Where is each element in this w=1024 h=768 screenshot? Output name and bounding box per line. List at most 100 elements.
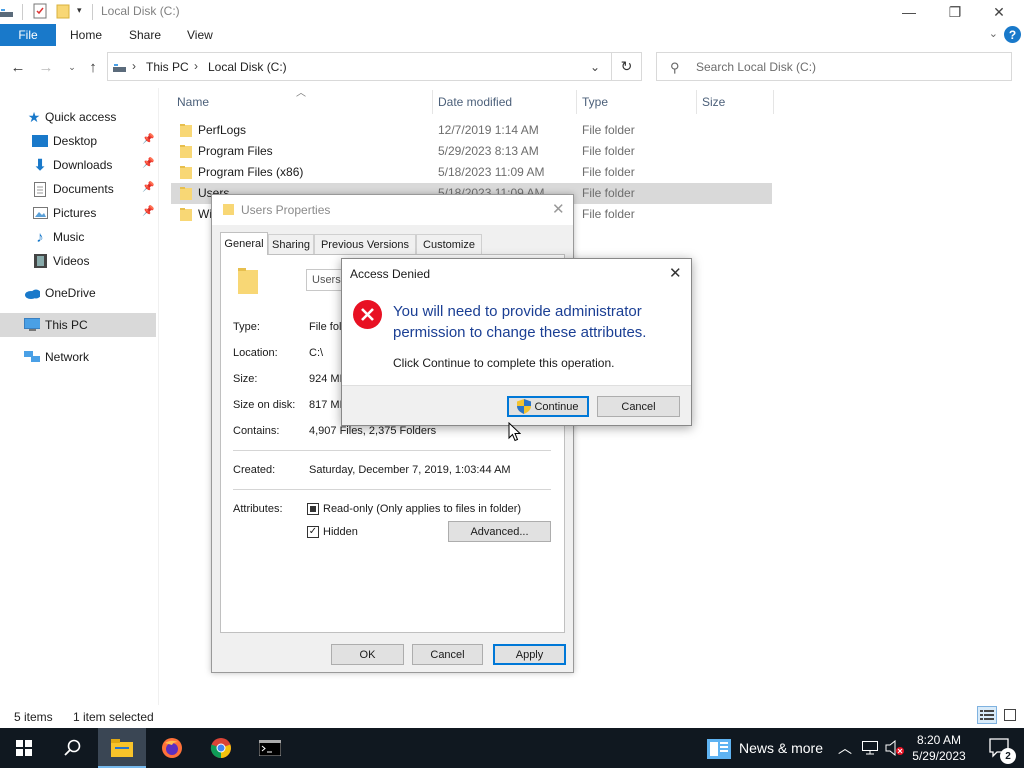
properties-quick-icon[interactable] xyxy=(33,3,47,21)
properties-close-icon[interactable]: ✕ xyxy=(552,200,565,218)
expand-ribbon-icon[interactable]: ⌄ xyxy=(989,27,998,40)
system-clock[interactable]: 8:20 AM 5/29/2023 xyxy=(905,732,973,764)
maximize-button[interactable]: ❐ xyxy=(932,0,978,24)
nav-item-onedrive[interactable]: OneDrive xyxy=(0,281,156,305)
pin-icon[interactable]: 📌 xyxy=(142,182,154,193)
status-item-count: 5 items xyxy=(14,710,53,724)
new-folder-quick-icon[interactable] xyxy=(56,3,70,21)
tab-home[interactable]: Home xyxy=(70,28,102,42)
access-denied-close-icon[interactable]: ✕ xyxy=(669,264,682,282)
nav-item-music[interactable]: ♪ Music xyxy=(0,225,156,249)
drive-icon[interactable] xyxy=(0,5,14,23)
ribbon-tabs: File Home Share View ⌄ ? xyxy=(0,24,1024,46)
videos-icon xyxy=(32,253,48,269)
tab-previous-versions[interactable]: Previous Versions xyxy=(314,234,416,254)
file-row[interactable]: Program Files (x86) 5/18/2023 11:09 AM F… xyxy=(171,162,772,183)
back-arrow-icon[interactable]: ← xyxy=(8,58,28,76)
mouse-cursor-icon xyxy=(508,422,521,442)
pin-icon[interactable]: 📌 xyxy=(142,134,154,145)
advanced-button[interactable]: Advanced... xyxy=(448,521,551,542)
folder-icon xyxy=(180,208,192,221)
column-header-size[interactable]: Size xyxy=(702,95,725,109)
minimize-button[interactable]: — xyxy=(886,0,932,24)
continue-button[interactable]: Continue xyxy=(507,396,589,417)
hidden-checkbox-box[interactable]: ✓ xyxy=(307,526,319,538)
file-row[interactable]: Program Files 5/29/2023 8:13 AM File fol… xyxy=(171,141,772,162)
folder-icon xyxy=(223,204,234,215)
tab-file[interactable]: File xyxy=(0,24,56,46)
forward-arrow-icon[interactable]: → xyxy=(36,58,56,76)
address-bar[interactable]: › This PC › Local Disk (C:) ⌄ xyxy=(107,52,612,81)
tab-view[interactable]: View xyxy=(187,28,213,42)
large-icons-view-icon[interactable] xyxy=(1000,706,1020,724)
taskbar-search-button[interactable] xyxy=(48,728,96,768)
show-hidden-icons-chevron-icon[interactable]: ︿ xyxy=(836,728,854,768)
news-widget[interactable]: News & more xyxy=(702,728,828,768)
nav-item-quick-access[interactable]: ★ Quick access xyxy=(0,105,156,129)
hidden-checkbox[interactable]: ✓ Hidden xyxy=(307,526,358,538)
ok-button[interactable]: OK xyxy=(331,644,404,665)
nav-item-network[interactable]: Network xyxy=(0,345,156,369)
properties-title-bar[interactable]: Users Properties ✕ xyxy=(212,195,573,225)
refresh-icon[interactable]: ↻ xyxy=(612,52,642,81)
pin-icon[interactable]: 📌 xyxy=(142,158,154,169)
breadcrumb-local-disk[interactable]: Local Disk (C:) xyxy=(208,60,287,74)
access-denied-footer: Continue Cancel xyxy=(342,385,691,425)
details-view-icon[interactable] xyxy=(977,706,997,724)
status-selected-count: 1 item selected xyxy=(73,710,154,724)
tab-general[interactable]: General xyxy=(220,232,268,255)
readonly-checkbox[interactable]: Read-only (Only applies to files in fold… xyxy=(307,503,521,515)
customize-quick-access-icon[interactable]: ▾ xyxy=(77,5,82,23)
address-dropdown-icon[interactable]: ⌄ xyxy=(590,60,600,74)
column-header-type[interactable]: Type xyxy=(582,95,608,109)
pin-icon[interactable]: 📌 xyxy=(142,206,154,217)
clock-date: 5/29/2023 xyxy=(912,749,966,763)
breadcrumb-separator: › xyxy=(132,59,136,73)
taskbar-file-explorer[interactable] xyxy=(98,728,146,768)
nav-item-documents[interactable]: Documents 📌 xyxy=(0,177,156,201)
taskbar-chrome[interactable] xyxy=(197,728,245,768)
continue-button-label: Continue xyxy=(534,400,579,413)
clock-time: 8:20 AM xyxy=(916,733,962,747)
search-placeholder: Search Local Disk (C:) xyxy=(696,60,817,74)
notification-center-icon[interactable]: 2 xyxy=(978,728,1022,768)
start-button[interactable] xyxy=(0,728,48,768)
navigation-pane: ★ Quick access Desktop 📌 ⬇ Downloads 📌 D… xyxy=(0,95,160,705)
nav-item-this-pc[interactable]: This PC xyxy=(0,313,156,337)
network-tray-icon[interactable] xyxy=(860,728,880,768)
contains-value: 4,907 Files, 2,375 Folders xyxy=(309,425,437,437)
readonly-checkbox-box[interactable] xyxy=(307,503,319,515)
column-header-date[interactable]: Date modified xyxy=(438,95,512,109)
documents-icon xyxy=(32,181,48,197)
breadcrumb-this-pc[interactable]: This PC xyxy=(146,60,189,74)
cancel-button[interactable]: Cancel xyxy=(412,644,483,665)
apply-button[interactable]: Apply xyxy=(493,644,566,665)
type-value: File fol xyxy=(309,321,342,333)
access-denied-dialog: Access Denied ✕ You will need to provide… xyxy=(341,258,692,426)
help-icon[interactable]: ? xyxy=(1004,26,1021,43)
close-button[interactable]: ✕ xyxy=(976,0,1022,24)
tab-share[interactable]: Share xyxy=(129,28,161,42)
volume-muted-icon[interactable] xyxy=(884,728,906,768)
recent-locations-icon[interactable]: ⌄ xyxy=(62,58,82,76)
tab-sharing[interactable]: Sharing xyxy=(268,234,314,254)
taskbar-firefox[interactable] xyxy=(148,728,196,768)
network-icon xyxy=(24,349,40,365)
taskbar-terminal[interactable] xyxy=(246,728,294,768)
created-value: Saturday, December 7, 2019, 1:03:44 AM xyxy=(309,464,511,476)
up-arrow-icon[interactable]: ↑ xyxy=(83,58,103,76)
pictures-icon xyxy=(32,205,48,221)
nav-item-pictures[interactable]: Pictures 📌 xyxy=(0,201,156,225)
large-folder-icon xyxy=(238,268,258,294)
column-header-name[interactable]: Name xyxy=(177,95,209,109)
nav-item-desktop[interactable]: Desktop 📌 xyxy=(0,129,156,153)
taskbar: News & more ︿ 8:20 AM 5/29/2023 2 xyxy=(0,728,1024,768)
size-on-disk-label: Size on disk: xyxy=(233,399,296,411)
nav-item-downloads[interactable]: ⬇ Downloads 📌 xyxy=(0,153,156,177)
file-row[interactable]: PerfLogs 12/7/2019 1:14 AM File folder xyxy=(171,120,772,141)
nav-item-videos[interactable]: Videos xyxy=(0,249,156,273)
search-icon xyxy=(64,739,81,756)
deny-cancel-button[interactable]: Cancel xyxy=(597,396,680,417)
search-box[interactable]: ⚲ Search Local Disk (C:) xyxy=(656,52,1012,81)
tab-customize[interactable]: Customize xyxy=(416,234,482,254)
